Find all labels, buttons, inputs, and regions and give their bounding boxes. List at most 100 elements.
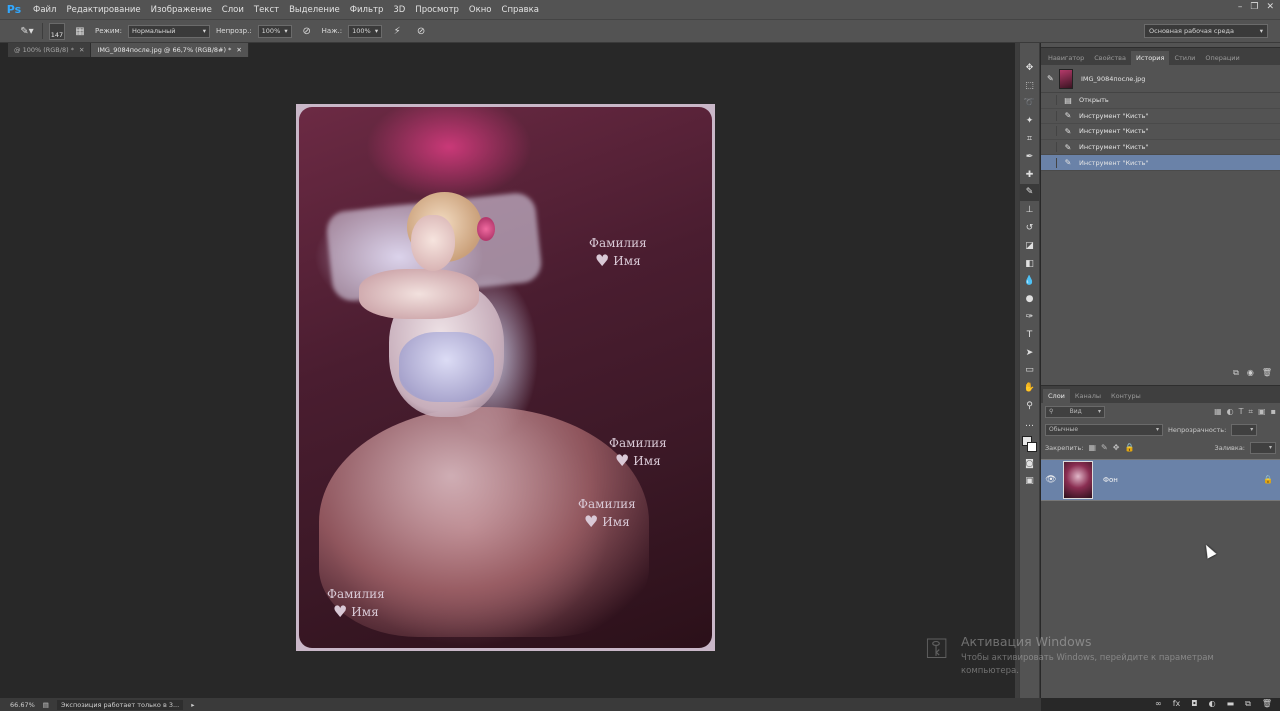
new-group-icon[interactable]: ▬: [1227, 699, 1235, 708]
tab-navigator[interactable]: Навигатор: [1043, 51, 1089, 65]
filter-type-icon[interactable]: T: [1239, 407, 1244, 416]
magic-wand-tool-icon[interactable]: ✦: [1020, 112, 1039, 130]
blend-mode-select[interactable]: Обычные ▾: [1045, 423, 1163, 436]
paint-bucket-tool-icon[interactable]: ◧: [1020, 255, 1039, 273]
layer-filter-select[interactable]: ⚲ Вид ▾: [1045, 405, 1105, 418]
pressure-opacity-icon[interactable]: ⊘: [298, 23, 316, 39]
tab-styles[interactable]: Стили: [1169, 51, 1200, 65]
type-tool-icon[interactable]: T: [1020, 326, 1039, 344]
new-document-from-state-icon[interactable]: ⧉: [1233, 368, 1239, 378]
airbrush-icon[interactable]: ⚡: [388, 23, 406, 39]
document-canvas[interactable]: Фамилия ♥ Имя Фамилия ♥ Имя Фамилия ♥ Имя Ф…: [296, 104, 715, 651]
status-arrow-icon[interactable]: ▸: [191, 701, 194, 709]
history-source-checkbox[interactable]: [1045, 142, 1057, 153]
fx-icon[interactable]: fx: [1173, 699, 1181, 708]
menu-3d[interactable]: 3D: [388, 5, 410, 15]
pen-tool-icon[interactable]: ✑: [1020, 308, 1039, 326]
dodge-tool-icon[interactable]: ●: [1020, 290, 1039, 308]
filter-adjustment-icon[interactable]: ◐: [1227, 407, 1234, 416]
menu-layers[interactable]: Слои: [217, 5, 249, 15]
zoom-level[interactable]: 66.67%: [10, 701, 35, 709]
restore-button[interactable]: ❐: [1250, 2, 1258, 12]
tab-paths[interactable]: Контуры: [1106, 389, 1146, 403]
brush-size-picker[interactable]: 147: [49, 22, 65, 40]
doc-tab-1[interactable]: @ 100% (RGB/8) * ✕: [8, 43, 92, 57]
crop-tool-icon[interactable]: ⌗: [1020, 130, 1039, 148]
tool-preset-brush-icon[interactable]: ✎▾: [18, 23, 36, 39]
doc-tab-2[interactable]: IMG_9084после.jpg @ 66,7% (RGB/8#) * ✕: [91, 43, 249, 57]
lock-pixels-icon[interactable]: ✎: [1101, 443, 1108, 452]
pressure-size-icon[interactable]: ⊘: [412, 23, 430, 39]
clone-stamp-tool-icon[interactable]: ⊥: [1020, 201, 1039, 219]
history-source-checkbox[interactable]: [1045, 126, 1057, 137]
screen-mode-icon[interactable]: ▣: [1020, 473, 1039, 491]
history-source-checkbox[interactable]: [1045, 95, 1057, 106]
marquee-tool-icon[interactable]: ⬚: [1020, 77, 1039, 95]
color-swatches[interactable]: [1020, 433, 1039, 455]
filter-pixel-icon[interactable]: ▦: [1214, 407, 1222, 416]
filter-toggle-icon[interactable]: ▪: [1271, 407, 1276, 416]
lock-all-icon[interactable]: 🔒: [1124, 443, 1134, 452]
blur-tool-icon[interactable]: 💧: [1020, 273, 1039, 291]
history-item[interactable]: ✎ Инструмент "Кисть": [1041, 109, 1280, 125]
path-selection-tool-icon[interactable]: ➤: [1020, 344, 1039, 362]
add-mask-icon[interactable]: ◘: [1191, 699, 1197, 708]
lasso-tool-icon[interactable]: ➰: [1020, 95, 1039, 113]
menu-help[interactable]: Справка: [497, 5, 544, 15]
brush-source-icon[interactable]: ✎: [1047, 74, 1054, 83]
link-layers-icon[interactable]: ∞: [1155, 699, 1162, 708]
hand-tool-icon[interactable]: ✋: [1020, 379, 1039, 397]
status-message[interactable]: Экспозиция работает только в 3...: [56, 699, 184, 710]
layer-row[interactable]: 👁 Фон 🔒: [1041, 458, 1280, 501]
camera-snapshot-icon[interactable]: ◉: [1247, 368, 1254, 377]
brush-tool-icon[interactable]: ✎: [1020, 183, 1039, 202]
shape-tool-icon[interactable]: ▭: [1020, 362, 1039, 380]
history-source-checkbox[interactable]: [1045, 110, 1057, 121]
more-tools-icon[interactable]: …: [1020, 415, 1039, 433]
tab-layers[interactable]: Слои: [1043, 388, 1070, 403]
lock-position-icon[interactable]: ✥: [1113, 443, 1120, 452]
eyedropper-tool-icon[interactable]: ✒: [1020, 148, 1039, 166]
tab-properties[interactable]: Свойства: [1089, 51, 1131, 65]
lock-icon[interactable]: 🔒: [1256, 475, 1280, 484]
history-snapshot[interactable]: ✎ IMG_9084после.jpg: [1041, 65, 1280, 93]
quick-mask-icon[interactable]: ◙: [1020, 455, 1039, 473]
tab-actions[interactable]: Операции: [1200, 51, 1244, 65]
opacity-field[interactable]: 100% ▾: [257, 24, 292, 38]
healing-brush-tool-icon[interactable]: ✚: [1020, 166, 1039, 184]
history-source-checkbox[interactable]: [1045, 157, 1057, 168]
tab-history[interactable]: История: [1130, 51, 1170, 65]
close-icon[interactable]: ✕: [79, 46, 84, 54]
fill-field[interactable]: ▾: [1250, 441, 1276, 454]
history-item[interactable]: ✎ Инструмент "Кисть": [1041, 124, 1280, 140]
menu-image[interactable]: Изображение: [146, 5, 217, 15]
layer-opacity-field[interactable]: ▾: [1231, 423, 1258, 436]
move-tool-icon[interactable]: ✥: [1020, 59, 1039, 77]
new-layer-icon[interactable]: ⧉: [1245, 699, 1251, 709]
menu-type[interactable]: Текст: [249, 5, 284, 15]
tab-channels[interactable]: Каналы: [1070, 389, 1106, 403]
close-icon[interactable]: ✕: [236, 46, 241, 54]
eye-visibility-icon[interactable]: 👁: [1041, 475, 1061, 485]
menu-select[interactable]: Выделение: [284, 5, 345, 15]
menu-filter[interactable]: Фильтр: [345, 5, 389, 15]
menu-edit[interactable]: Редактирование: [61, 5, 145, 15]
history-brush-tool-icon[interactable]: ↺: [1020, 219, 1039, 237]
trash-icon[interactable]: 🗑: [1262, 699, 1272, 708]
history-item[interactable]: ✎ Инструмент "Кисть": [1041, 140, 1280, 156]
history-item[interactable]: ▤ Открыть: [1041, 93, 1280, 109]
trash-icon[interactable]: 🗑: [1262, 368, 1272, 377]
close-button[interactable]: ✕: [1266, 2, 1274, 12]
menu-window[interactable]: Окно: [464, 5, 497, 15]
eraser-tool-icon[interactable]: ◪: [1020, 237, 1039, 255]
background-color-swatch[interactable]: [1027, 441, 1037, 452]
zoom-tool-icon[interactable]: ⚲: [1020, 397, 1039, 415]
workspace-select[interactable]: Основная рабочая среда ▾: [1144, 24, 1268, 38]
pressure-field[interactable]: 100% ▾: [348, 24, 383, 38]
mode-select[interactable]: Нормальный ▾: [128, 24, 211, 38]
adjustment-layer-icon[interactable]: ◐: [1209, 699, 1216, 708]
brush-panel-icon[interactable]: ▦: [71, 23, 89, 39]
minimize-button[interactable]: –: [1238, 2, 1243, 12]
menu-file[interactable]: Файл: [28, 5, 61, 15]
history-item-selected[interactable]: ✎ Инструмент "Кисть": [1041, 155, 1280, 171]
